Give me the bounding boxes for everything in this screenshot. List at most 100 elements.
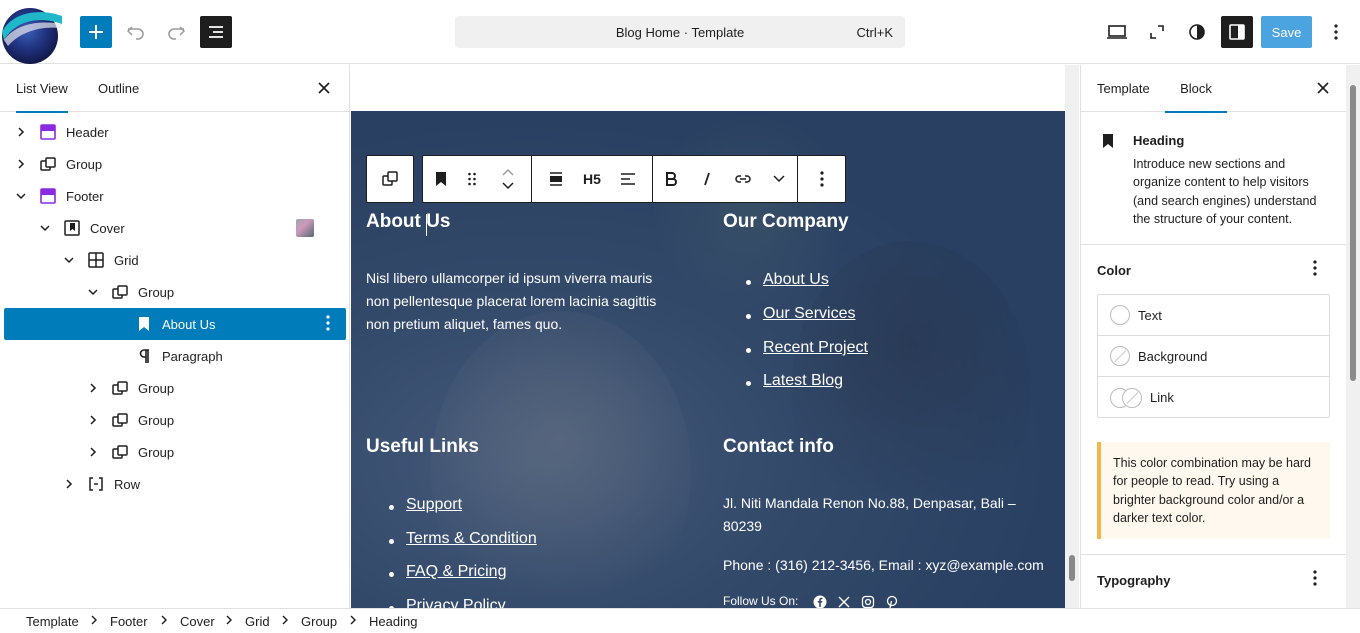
list-view-item[interactable]: Cover bbox=[4, 212, 346, 244]
list-view-item[interactable]: Group bbox=[4, 404, 346, 436]
color-label: Link bbox=[1150, 390, 1174, 405]
redo-button[interactable] bbox=[160, 16, 192, 48]
facebook-icon[interactable] bbox=[813, 595, 827, 608]
x-twitter-icon[interactable] bbox=[837, 595, 851, 608]
list-view-item[interactable]: Grid bbox=[4, 244, 346, 276]
typography-options-icon[interactable] bbox=[1313, 570, 1323, 588]
list-view-item[interactable]: Footer bbox=[4, 180, 346, 212]
useful-link[interactable]: Support bbox=[388, 496, 462, 514]
heading-contact-info[interactable]: Contact info bbox=[723, 436, 834, 458]
color-text-button[interactable]: Text bbox=[1098, 295, 1329, 336]
tab-template[interactable]: Template bbox=[1097, 65, 1150, 112]
device-preview-button[interactable] bbox=[1101, 16, 1133, 48]
contact-address[interactable]: Jl. Niti Mandala Renon No.88, Denpasar, … bbox=[723, 492, 1043, 538]
heading-level-button[interactable]: H5 bbox=[580, 156, 604, 202]
sidebar-scrollbar[interactable] bbox=[1346, 65, 1360, 608]
heading-icon bbox=[134, 314, 154, 334]
breadcrumb-item[interactable]: Cover bbox=[180, 614, 215, 629]
link-icon[interactable] bbox=[725, 156, 761, 202]
breadcrumb-item[interactable]: Footer bbox=[110, 614, 148, 629]
contact-phone-email[interactable]: Phone : (316) 212-3456, Email : xyz@exam… bbox=[723, 554, 1053, 577]
site-logo-icon[interactable] bbox=[0, 2, 64, 64]
pinterest-icon[interactable] bbox=[885, 595, 899, 608]
color-options-icon[interactable] bbox=[1313, 260, 1323, 278]
fullscreen-icon[interactable] bbox=[1141, 16, 1173, 48]
bold-icon[interactable] bbox=[653, 156, 689, 202]
about-paragraph[interactable]: Nisl libero ullamcorper id ipsum viverra… bbox=[366, 267, 666, 336]
list-view-item[interactable]: Paragraph bbox=[4, 340, 346, 372]
breadcrumb-item[interactable]: Grid bbox=[245, 614, 270, 629]
useful-link[interactable]: Terms & Condition bbox=[389, 530, 537, 548]
list-view-item[interactable]: Group bbox=[4, 372, 346, 404]
close-icon[interactable] bbox=[315, 79, 333, 97]
heading-our-company[interactable]: Our Company bbox=[723, 211, 849, 233]
list-view-item[interactable]: Group bbox=[4, 436, 346, 468]
block-toolbar: H5 bbox=[366, 155, 846, 203]
list-view-item[interactable]: About Us bbox=[4, 308, 346, 340]
list-view-item[interactable]: Row bbox=[4, 468, 346, 500]
chevron-right-icon[interactable] bbox=[14, 125, 28, 139]
tab-list-view[interactable]: List View bbox=[16, 65, 68, 113]
chevron-right-icon[interactable] bbox=[14, 157, 28, 171]
chevron-down-icon[interactable] bbox=[62, 253, 76, 267]
text-format-group bbox=[653, 155, 798, 203]
chevron-down-icon[interactable] bbox=[86, 285, 100, 299]
company-link[interactable]: Our Services bbox=[745, 305, 855, 323]
italic-icon[interactable] bbox=[689, 156, 725, 202]
move-up-down-buttons[interactable] bbox=[485, 156, 531, 202]
undo-button[interactable] bbox=[120, 16, 152, 48]
group-icon bbox=[110, 282, 130, 302]
company-link[interactable]: About Us bbox=[746, 271, 829, 289]
tab-block[interactable]: Block bbox=[1165, 65, 1227, 113]
heading-useful-links[interactable]: Useful Links bbox=[366, 436, 479, 458]
block-controls-group bbox=[422, 155, 532, 203]
styles-icon[interactable] bbox=[1181, 16, 1213, 48]
useful-link[interactable]: FAQ & Pricing bbox=[388, 563, 506, 581]
company-link[interactable]: Latest Blog bbox=[745, 372, 843, 390]
list-view-item[interactable]: Group bbox=[4, 148, 346, 180]
heading-about-us[interactable]: About Us bbox=[366, 211, 450, 233]
options-more-icon bbox=[819, 171, 824, 187]
chevron-right-icon[interactable] bbox=[62, 477, 76, 491]
chevron-right-icon[interactable] bbox=[86, 445, 100, 459]
settings-sidebar: Template Block Heading Introduce new sec… bbox=[1080, 65, 1360, 608]
breadcrumb-item[interactable]: Template bbox=[26, 614, 79, 629]
close-icon[interactable] bbox=[1314, 79, 1332, 97]
breadcrumb-item[interactable]: Group bbox=[301, 614, 337, 629]
chevron-right-icon[interactable] bbox=[86, 381, 100, 395]
select-parent-button[interactable] bbox=[366, 155, 414, 203]
scroll-thumb[interactable] bbox=[1350, 85, 1356, 381]
list-view-item[interactable]: Group bbox=[4, 276, 346, 308]
chevron-right-icon[interactable] bbox=[86, 413, 100, 427]
follow-us-label: Follow Us On: bbox=[723, 594, 799, 608]
document-overview-button[interactable] bbox=[200, 16, 232, 48]
chevron-down-icon[interactable] bbox=[14, 189, 28, 203]
grid-icon bbox=[86, 250, 106, 270]
list-view-item[interactable]: Header bbox=[4, 116, 346, 148]
color-background-button[interactable]: Background bbox=[1098, 336, 1329, 377]
align-wide-icon[interactable] bbox=[532, 156, 580, 202]
chevron-down-icon[interactable] bbox=[38, 221, 52, 235]
drag-handle-icon[interactable] bbox=[459, 156, 485, 202]
company-link[interactable]: Recent Project bbox=[746, 339, 868, 357]
add-block-button[interactable] bbox=[80, 16, 112, 48]
align-text-left-icon[interactable] bbox=[604, 156, 652, 202]
options-more-icon[interactable] bbox=[326, 315, 336, 333]
more-formats-chevron-down-icon[interactable] bbox=[761, 156, 797, 202]
list-view-item-label: About Us bbox=[162, 316, 216, 332]
tab-outline[interactable]: Outline bbox=[98, 65, 139, 112]
block-options-button[interactable] bbox=[798, 155, 846, 203]
cover-thumbnail bbox=[296, 219, 314, 237]
canvas-scrollbar[interactable] bbox=[1065, 65, 1079, 608]
command-palette-button[interactable]: Blog Home · Template Ctrl+K bbox=[455, 16, 905, 48]
heading-block-icon[interactable] bbox=[423, 156, 459, 202]
instagram-icon[interactable] bbox=[861, 595, 875, 608]
settings-sidebar-button[interactable] bbox=[1221, 16, 1253, 48]
options-more-icon[interactable] bbox=[1320, 16, 1352, 48]
color-link-button[interactable]: Link bbox=[1098, 377, 1329, 418]
color-swatch-icon bbox=[1110, 305, 1130, 325]
scroll-thumb[interactable] bbox=[1069, 555, 1075, 581]
useful-link[interactable]: Privacy Policy bbox=[389, 597, 506, 608]
save-button[interactable]: Save bbox=[1261, 16, 1312, 48]
chevron-up-icon bbox=[502, 168, 514, 176]
